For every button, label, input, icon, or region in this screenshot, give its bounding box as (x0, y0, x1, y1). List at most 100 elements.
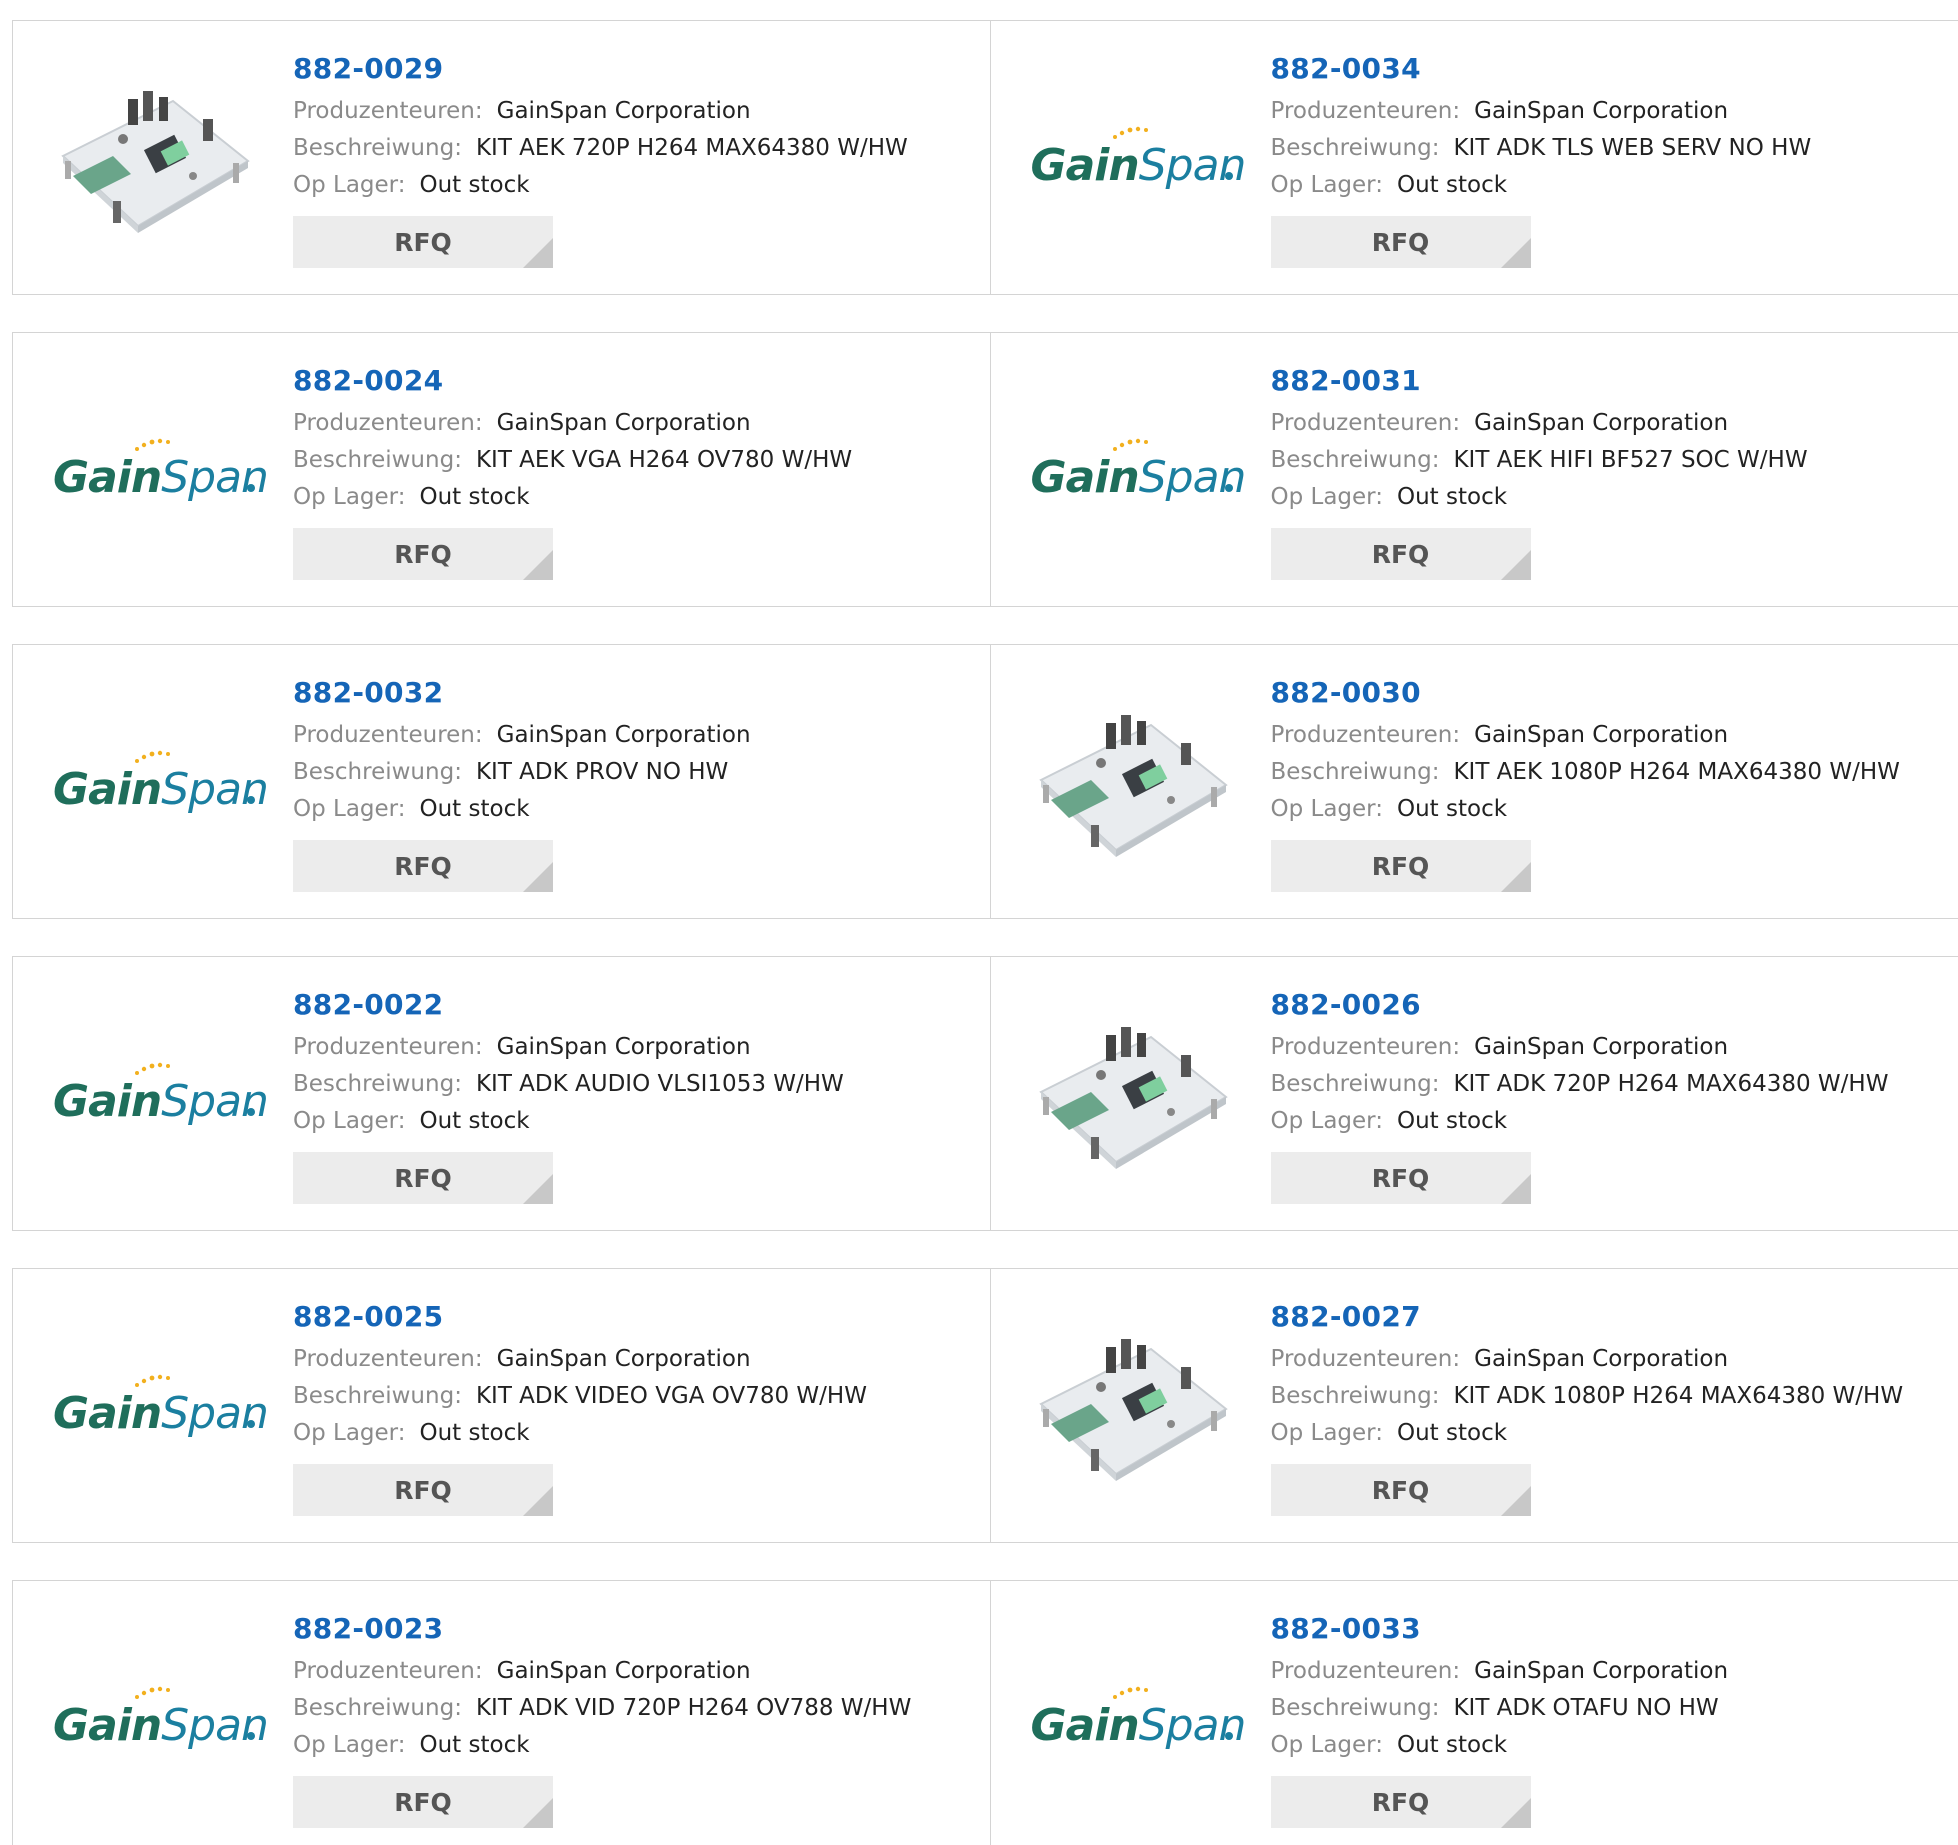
manufacturer-label: Produzenteuren: (1270, 1034, 1461, 1060)
part-number-link[interactable]: 882-0022 (293, 985, 844, 1025)
manufacturer-value: GainSpan Corporation (1474, 98, 1729, 124)
part-number-link[interactable]: 882-0030 (1271, 673, 1900, 713)
stock-line: Op Lager: Out stock (293, 1727, 911, 1764)
product-row: 882-0029 Produzenteuren: GainSpan Corpora… (12, 20, 1958, 295)
product-image[interactable] (53, 61, 253, 261)
part-number-link[interactable]: 882-0027 (1271, 1297, 1904, 1337)
part-number-link[interactable]: 882-0025 (293, 1297, 867, 1337)
description-line: Beschreiwung: KIT ADK OTAFU NO HW (1271, 1690, 1729, 1727)
product-info: 882-0023 Produzenteuren: GainSpan Corpora… (293, 1609, 911, 1828)
stock-value: Out stock (1396, 1108, 1508, 1134)
manufacturer-value: GainSpan Corporation (1474, 1658, 1729, 1684)
stock-line: Op Lager: Out stock (293, 791, 751, 828)
stock-label: Op Lager: (293, 796, 406, 822)
manufacturer-label: Produzenteuren: (1270, 722, 1461, 748)
manufacturer-logo[interactable]: GainSpan (1031, 373, 1246, 573)
part-number-link[interactable]: 882-0034 (1271, 49, 1812, 89)
stock-line: Op Lager: Out stock (293, 479, 852, 516)
stock-line: Op Lager: Out stock (293, 1415, 867, 1452)
manufacturer-logo[interactable]: GainSpan (53, 685, 269, 885)
manufacturer-value: GainSpan Corporation (1474, 722, 1729, 748)
rfq-button[interactable]: RFQ (1270, 528, 1531, 580)
manufacturer-label: Produzenteuren: (293, 98, 483, 124)
product-info: 882-0024 Produzenteuren: GainSpan Corpora… (293, 361, 852, 580)
manufacturer-logo[interactable]: GainSpan (53, 997, 269, 1197)
manufacturer-label: Produzenteuren: (1270, 1658, 1461, 1684)
description-line: Beschreiwung: KIT AEK 1080P H264 MAX64380… (1271, 754, 1900, 791)
product-image[interactable] (1031, 997, 1231, 1197)
product-card: GainSpan 882-0024 Produzenteuren: GainSpa… (13, 333, 991, 606)
product-grid: 882-0029 Produzenteuren: GainSpan Corpora… (0, 0, 1958, 1845)
description-value: KIT ADK 1080P H264 MAX64380 W/HW (1453, 1383, 1904, 1409)
manufacturer-label: Produzenteuren: (293, 1034, 483, 1060)
stock-value: Out stock (1396, 172, 1508, 198)
description-label: Beschreiwung: (1270, 1383, 1440, 1409)
product-card: GainSpan 882-0032 Produzenteuren: GainSpa… (13, 645, 991, 918)
stock-line: Op Lager: Out stock (293, 167, 908, 204)
rfq-button[interactable]: RFQ (1270, 1464, 1531, 1516)
product-image[interactable] (1031, 1309, 1231, 1509)
manufacturer-logo[interactable]: GainSpan (53, 1621, 269, 1821)
stock-label: Op Lager: (293, 1420, 406, 1446)
manufacturer-logo[interactable]: GainSpan (1031, 1621, 1246, 1821)
part-number-link[interactable]: 882-0024 (293, 361, 852, 401)
description-line: Beschreiwung: KIT AEK HIFI BF527 SOC W/HW (1271, 442, 1808, 479)
gainspan-logo: GainSpan (53, 750, 269, 820)
manufacturer-value: GainSpan Corporation (496, 98, 751, 124)
manufacturer-line: Produzenteuren: GainSpan Corporation (1271, 93, 1812, 130)
part-number-link[interactable]: 882-0031 (1271, 361, 1808, 401)
part-number-link[interactable]: 882-0032 (293, 673, 751, 713)
product-card: 882-0030 Produzenteuren: GainSpan Corpora… (991, 645, 1958, 918)
product-image[interactable] (1031, 685, 1231, 885)
part-number-link[interactable]: 882-0029 (293, 49, 908, 89)
rfq-button[interactable]: RFQ (1270, 216, 1531, 268)
manufacturer-logo[interactable]: GainSpan (53, 373, 269, 573)
description-label: Beschreiwung: (1270, 135, 1440, 161)
rfq-button[interactable]: RFQ (1270, 1776, 1531, 1828)
manufacturer-line: Produzenteuren: GainSpan Corporation (1271, 405, 1808, 442)
manufacturer-line: Produzenteuren: GainSpan Corporation (293, 405, 852, 442)
manufacturer-label: Produzenteuren: (293, 410, 483, 436)
rfq-button[interactable]: RFQ (293, 1776, 553, 1828)
rfq-button[interactable]: RFQ (293, 840, 553, 892)
manufacturer-label: Produzenteuren: (293, 1658, 483, 1684)
manufacturer-label: Produzenteuren: (1270, 410, 1461, 436)
manufacturer-value: GainSpan Corporation (496, 1658, 751, 1684)
rfq-button[interactable]: RFQ (1270, 840, 1531, 892)
description-line: Beschreiwung: KIT ADK 1080P H264 MAX64380… (1271, 1378, 1904, 1415)
stock-line: Op Lager: Out stock (293, 1103, 844, 1140)
description-label: Beschreiwung: (293, 1383, 462, 1409)
product-row: GainSpan 882-0024 Produzenteuren: GainSpa… (12, 332, 1958, 607)
product-card: GainSpan 882-0031 Produzenteuren: GainSpa… (991, 333, 1958, 606)
description-line: Beschreiwung: KIT ADK TLS WEB SERV NO HW (1271, 130, 1812, 167)
part-number-link[interactable]: 882-0026 (1271, 985, 1889, 1025)
stock-value: Out stock (419, 1108, 530, 1134)
product-info: 882-0032 Produzenteuren: GainSpan Corpora… (293, 673, 751, 892)
product-card: GainSpan 882-0023 Produzenteuren: GainSpa… (13, 1581, 991, 1845)
description-label: Beschreiwung: (293, 1071, 462, 1097)
product-card: GainSpan 882-0034 Produzenteuren: GainSpa… (991, 21, 1958, 294)
manufacturer-value: GainSpan Corporation (1474, 1034, 1729, 1060)
description-value: KIT ADK 720P H264 MAX64380 W/HW (1453, 1071, 1889, 1097)
rfq-button[interactable]: RFQ (293, 216, 553, 268)
rfq-button[interactable]: RFQ (1270, 1152, 1531, 1204)
product-row: GainSpan 882-0025 Produzenteuren: GainSpa… (12, 1268, 1958, 1543)
gainspan-logo: GainSpan (1031, 438, 1246, 508)
rfq-button[interactable]: RFQ (293, 1464, 553, 1516)
product-info: 882-0030 Produzenteuren: GainSpan Corpora… (1270, 673, 1900, 892)
rfq-button[interactable]: RFQ (293, 1152, 553, 1204)
product-info: 882-0031 Produzenteuren: GainSpan Corpora… (1270, 361, 1808, 580)
manufacturer-logo[interactable]: GainSpan (1031, 61, 1246, 261)
manufacturer-logo[interactable]: GainSpan (53, 1309, 269, 1509)
part-number-link[interactable]: 882-0023 (293, 1609, 911, 1649)
gainspan-logo: GainSpan (53, 1686, 269, 1756)
description-value: KIT ADK TLS WEB SERV NO HW (1453, 135, 1812, 161)
product-row: GainSpan 882-0022 Produzenteuren: GainSpa… (12, 956, 1958, 1231)
part-number-link[interactable]: 882-0033 (1271, 1609, 1729, 1649)
rfq-button[interactable]: RFQ (293, 528, 553, 580)
stock-value: Out stock (1396, 484, 1508, 510)
description-label: Beschreiwung: (1270, 1071, 1440, 1097)
stock-label: Op Lager: (1270, 796, 1383, 822)
product-card: 882-0026 Produzenteuren: GainSpan Corpora… (991, 957, 1958, 1230)
stock-label: Op Lager: (1270, 484, 1383, 510)
